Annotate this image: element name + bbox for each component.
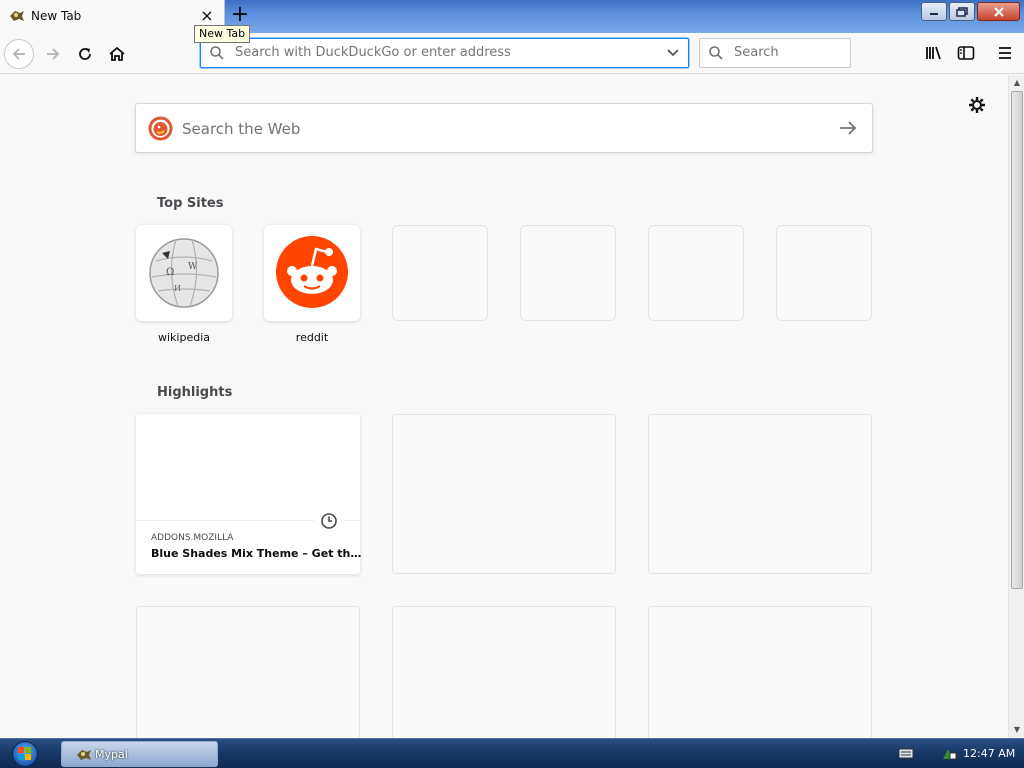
top-sites-title: Top Sites [157,196,224,211]
home-icon [109,46,125,61]
mypal-favicon-icon [10,11,24,21]
library-button[interactable] [924,43,944,63]
forward-button[interactable] [38,39,68,69]
minimize-icon [930,12,938,15]
restore-icon [956,6,968,17]
taskbar-app-label: Mypal [95,748,128,761]
highlights-title: Highlights [157,385,233,400]
wikipedia-icon: Ω W И [149,238,219,308]
top-site-placeholder [776,225,872,321]
taskbar: Mypal 12:47 AM [0,738,1024,768]
highlight-title: Blue Shades Mix Theme – Get th… [151,547,362,560]
top-site-placeholder [392,225,488,321]
start-button[interactable] [6,740,44,768]
highlight-placeholder [136,606,360,738]
top-site-placeholder [520,225,616,321]
close-window-button[interactable] [977,2,1020,21]
home-button[interactable] [102,39,132,69]
gear-icon[interactable] [966,94,988,116]
tab-title: New Tab [31,9,82,23]
highlight-placeholder [648,606,872,738]
vertical-scrollbar[interactable]: ▲ ▼ [1008,75,1024,738]
restore-button[interactable] [949,2,975,21]
svg-text:И: И [174,284,181,293]
tab-new-tab[interactable]: New Tab × [0,0,225,33]
tab-strip: New Tab × + [0,0,1024,33]
highlight-placeholder [648,414,872,574]
svg-text:Ω: Ω [166,267,174,278]
network-icon[interactable] [940,745,958,761]
highlight-card[interactable]: ADDONS.MOZILLA Blue Shades Mix Theme – G… [136,414,362,574]
back-icon [12,48,25,60]
taskbar-app-mypal[interactable]: Mypal [61,741,218,767]
reload-icon [79,48,91,60]
search-icon [210,46,224,60]
mypal-favicon-icon [77,750,91,760]
sidebar-icon [957,46,975,60]
highlight-placeholder [392,606,616,738]
tab-close-icon[interactable]: × [198,7,216,25]
svg-text:W: W [188,262,198,272]
top-site-label: wikipedia [157,331,210,344]
tooltip: New Tab [194,25,251,43]
arrow-right-icon[interactable] [838,119,858,137]
minimize-button[interactable] [921,2,947,21]
back-button[interactable] [4,39,34,69]
menu-icon [999,47,1011,59]
reddit-icon [276,236,348,308]
search-icon [709,46,723,60]
web-search-box[interactable]: Search the Web [135,103,873,153]
web-search-placeholder: Search the Web [182,120,301,138]
top-site-label: reddit [295,331,329,344]
windows-logo-icon [12,741,38,767]
close-window-icon [993,6,1004,17]
sidebar-button[interactable] [956,43,976,63]
highlight-placeholder [392,414,616,574]
highlight-domain: ADDONS.MOZILLA [151,533,234,543]
clock-badge [314,506,344,536]
forward-icon [47,48,60,60]
navigation-toolbar [0,33,1024,74]
new-tab-button[interactable]: + [229,4,251,27]
reload-button[interactable] [70,39,100,69]
top-site-placeholder [648,225,744,321]
library-icon [926,46,941,60]
search-bar[interactable] [699,38,851,68]
url-bar[interactable] [200,38,689,68]
menu-button[interactable] [995,43,1015,63]
search-input[interactable] [732,44,844,61]
duckduckgo-logo-icon [148,116,173,141]
new-tab-page: Search the Web Top Sites Ω W И wikipedia… [0,75,1008,738]
keyboard-icon[interactable] [898,747,914,759]
system-clock[interactable]: 12:47 AM [963,747,1015,760]
clock-icon [321,513,337,529]
top-site-reddit[interactable] [264,225,360,321]
scroll-up-icon[interactable]: ▲ [1012,78,1022,88]
scroll-thumb[interactable] [1011,91,1023,589]
scroll-down-icon[interactable]: ▼ [1012,725,1022,735]
window-controls [919,2,1020,22]
url-input[interactable] [233,44,653,61]
top-site-wikipedia[interactable]: Ω W И [136,225,232,321]
chevron-down-icon[interactable] [666,47,680,59]
